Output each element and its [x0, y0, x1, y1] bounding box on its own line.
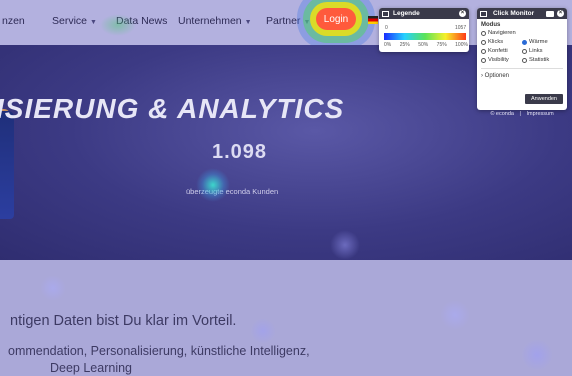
click-monitor-panel: Click Monitor × Modus Navigieren Klicks … — [477, 8, 567, 110]
customer-count-caption: überzeugte econda Kunden — [186, 187, 279, 196]
mode-radio-waerme[interactable]: Wärme — [522, 39, 563, 45]
legend-tick: 50% — [418, 42, 429, 48]
mode-radio-statistik[interactable]: Statistik — [522, 57, 563, 63]
mode-radio-konfetti[interactable]: Konfetti — [481, 48, 522, 54]
radio-label: Wärme — [529, 39, 548, 45]
mode-radio-visibility[interactable]: Visibility — [481, 57, 522, 63]
chevron-down-icon: ▼ — [303, 19, 311, 26]
radio-icon — [481, 30, 486, 36]
customer-count: 1.098 — [212, 141, 268, 163]
monitor-title: Click Monitor — [493, 10, 535, 17]
radio-label: Links — [529, 48, 543, 54]
radio-icon — [481, 57, 486, 63]
login-button[interactable]: Login — [316, 8, 356, 30]
nav-item-solutions[interactable]: nzen — [2, 15, 25, 27]
monitor-footer: © econda | Impressum — [477, 111, 567, 117]
close-icon[interactable]: × — [459, 10, 466, 17]
legend-ticks: 0% 25% 50% 75% 100% — [384, 42, 468, 48]
legend-header: Legende × — [379, 8, 469, 19]
nav-item-label: nzen — [2, 15, 25, 27]
apply-button[interactable]: Anwenden — [525, 94, 563, 104]
monitor-header: Click Monitor × — [477, 8, 567, 19]
chevron-down-icon: ▼ — [90, 19, 97, 26]
nav-item-label: Partner — [266, 15, 301, 27]
mode-radio-grid: Klicks Wärme Konfetti Links Visibility S… — [481, 39, 563, 63]
mode-label: Modus — [481, 22, 501, 28]
content-text: Deep Learning — [50, 361, 133, 375]
nav-item-unternehmen[interactable]: Unternehmen ▼ — [178, 15, 252, 27]
window-icon — [480, 10, 487, 17]
radio-icon — [481, 39, 486, 45]
nav-item-partner[interactable]: Partner ▼ — [266, 15, 310, 27]
radio-label: Konfetti — [488, 48, 508, 54]
footer-brand: © econda — [490, 111, 514, 117]
radio-label: Navigieren — [488, 30, 516, 36]
close-icon[interactable]: × — [557, 10, 564, 17]
legend-min-value: 0 — [385, 25, 388, 31]
mode-radio-navigieren[interactable]: Navigieren — [481, 30, 563, 36]
content-section: ntigen Daten bist Du klar im Vorteil. om… — [0, 260, 572, 376]
chevron-down-icon: ▼ — [244, 19, 252, 26]
hero-title: ISIERUNG & ANALYTICS — [0, 93, 345, 124]
monitor-body: Modus Navigieren Klicks Wärme Konfetti L… — [477, 19, 567, 82]
nav-item-label: Data News — [116, 15, 168, 27]
legend-title: Legende — [393, 10, 420, 17]
radio-label: Visibility — [488, 57, 509, 63]
nav-item-label: Service — [52, 15, 88, 27]
radio-label: Statistik — [529, 57, 550, 63]
radio-icon — [481, 48, 486, 54]
language-flag-icon[interactable] — [368, 16, 378, 24]
person-image-body — [0, 111, 14, 219]
content-text: ommendation, Personalisierung, künstlich… — [8, 344, 310, 358]
nav-item-service[interactable]: Service ▼ — [52, 15, 97, 27]
legend-tick: 0% — [384, 42, 392, 48]
content-headline: ntigen Daten bist Du klar im Vorteil. — [10, 313, 237, 329]
radio-selected-icon — [522, 39, 527, 45]
options-toggle[interactable]: › Optionen — [481, 68, 563, 79]
heatmap-legend-panel: Legende × 0 1057 0% 25% 50% 75% 100% — [379, 8, 469, 52]
legend-tick: 100% — [455, 42, 468, 48]
radio-label: Klicks — [488, 39, 504, 45]
window-icon — [382, 10, 389, 17]
mode-radio-links[interactable]: Links — [522, 48, 563, 54]
legend-tick: 75% — [436, 42, 447, 48]
radio-icon — [522, 48, 527, 54]
chevron-right-icon: › — [481, 73, 483, 79]
legend-max-value: 1057 — [455, 25, 467, 31]
nav-item-label: Unternehmen — [178, 15, 242, 27]
legend-color-scale — [384, 33, 466, 40]
footer-separator: | — [519, 111, 521, 117]
options-label: Optionen — [484, 73, 510, 79]
legend-tick: 25% — [399, 42, 410, 48]
impressum-link[interactable]: Impressum — [526, 111, 553, 117]
radio-icon — [522, 57, 527, 63]
nav-item-data-news[interactable]: Data News — [116, 15, 167, 27]
mode-radio-klicks[interactable]: Klicks — [481, 39, 522, 45]
camera-icon[interactable] — [546, 10, 554, 17]
